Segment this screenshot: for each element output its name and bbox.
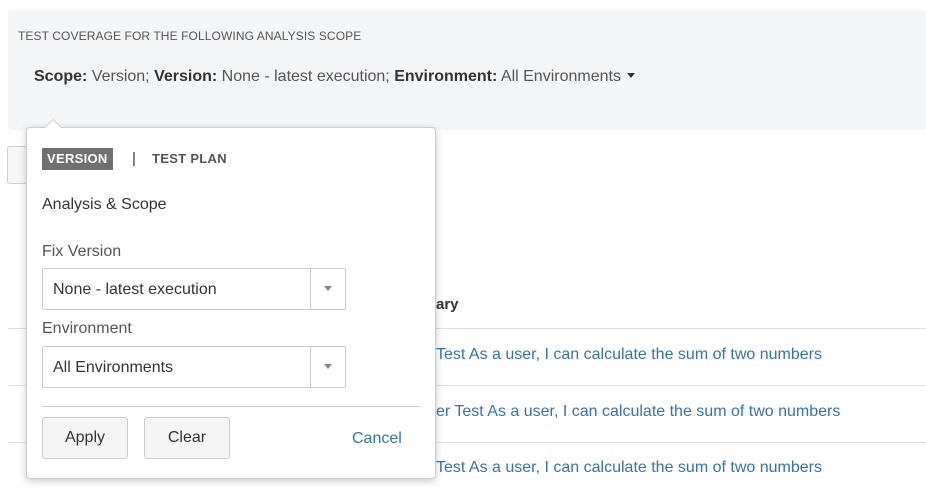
section-title: Analysis & Scope [42,196,167,213]
scope-value: Version; [91,68,150,85]
environment-field-label: Environment [42,320,132,337]
tab-version[interactable]: VERSION [42,148,113,170]
tab-test-plan[interactable]: TEST PLAN [152,148,227,170]
table-row-summary-link[interactable]: Test As a user, I can calculate the sum … [436,346,926,364]
version-label: Version: [154,68,218,85]
fix-version-dropdown-toggle[interactable] [310,269,345,309]
cancel-link[interactable]: Cancel [352,430,402,448]
apply-button[interactable]: Apply [42,417,128,459]
environment-value: All Environments [500,68,621,85]
tab-separator: | [132,150,136,167]
environment-dropdown-toggle[interactable] [310,347,345,387]
scope-summary-dropdown[interactable]: Scope: Version; Version: None - latest e… [34,68,635,86]
summary-column-header: ary [436,296,459,313]
popover-arrow-inner [45,120,61,128]
caret-down-icon [324,364,332,369]
caret-down-icon [626,73,635,79]
environment-label: Environment: [394,68,498,85]
environment-selected-value: All Environments [53,359,174,376]
caret-down-icon [324,286,332,291]
popover-divider [42,406,420,407]
fix-version-selected-value: None - latest execution [53,281,217,298]
scope-popover: VERSION | TEST PLAN Analysis & Scope Fix… [26,127,436,479]
table-row-summary-link[interactable]: Test As a user, I can calculate the sum … [436,459,926,477]
scope-heading: TEST COVERAGE FOR THE FOLLOWING ANALYSIS… [18,29,362,43]
environment-select[interactable]: All Environments [42,346,346,388]
table-row-summary-link[interactable]: er Test As a user, I can calculate the s… [436,403,926,421]
fix-version-select[interactable]: None - latest execution [42,268,346,310]
scope-label: Scope: [34,68,88,85]
version-value: None - latest execution; [221,68,390,85]
fix-version-label: Fix Version [42,243,122,260]
clear-button[interactable]: Clear [144,417,230,459]
